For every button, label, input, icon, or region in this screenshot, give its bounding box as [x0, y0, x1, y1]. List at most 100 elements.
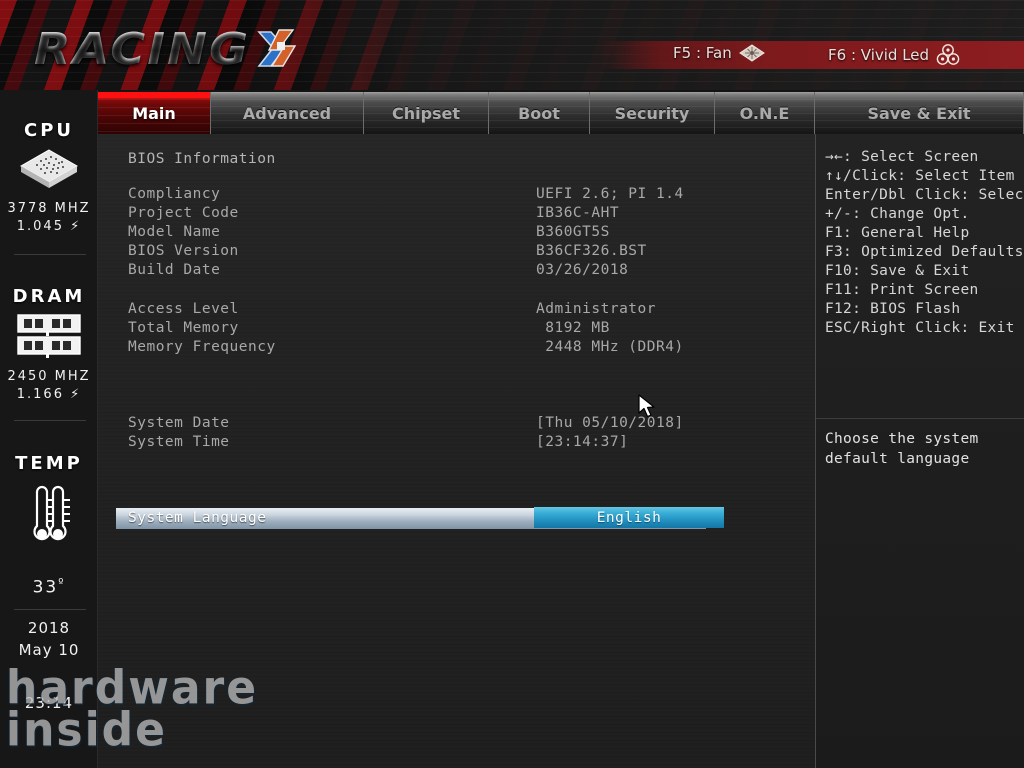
bios-info-label: Model Name [128, 224, 221, 240]
bios-info-label: BIOS Version [128, 243, 239, 259]
dram-module-icon [17, 314, 81, 358]
system-info-row[interactable]: Memory Frequency 2448 MHz (DDR4) [98, 339, 815, 356]
tab-label: O.N.E [739, 103, 790, 123]
vivid-led-hotkey-label: F6 : Vivid Led [828, 46, 930, 64]
sidebar-dram-title: DRAM [12, 286, 86, 307]
system-datetime-value: [23:14:37] [536, 434, 629, 450]
tab-advanced[interactable]: Advanced [211, 92, 364, 134]
system-info-value: Administrator [536, 301, 656, 317]
racing-x-emblem-icon [257, 29, 297, 67]
hotkey-legend-item: F3: Optimized Defaults [825, 244, 1024, 260]
sidebar-cpu-title: CPU [23, 120, 75, 141]
bios-info-row[interactable]: Model Name B360GT5S [98, 224, 815, 241]
tab-label: Save & Exit [867, 103, 971, 123]
hotkey-legend-item: F10: Save & Exit [825, 263, 970, 279]
system-language-label: System Language [128, 510, 267, 526]
bios-info-value: IB36C-AHT [536, 205, 620, 221]
clock-year: 2018 [27, 619, 71, 637]
hotkey-legend-item: ↑↓/Click: Select Item [825, 168, 1015, 184]
lightning-bolt-icon: ⚡ [63, 387, 82, 402]
cpu-chip-icon [19, 149, 79, 188]
tab-label: Chipset [391, 103, 461, 123]
tab-chipset[interactable]: Chipset [364, 92, 489, 134]
sidebar-temp-title: TEMP [15, 453, 83, 474]
dram-voltage: 1.166 ⚡ [16, 387, 82, 402]
hotkey-legend-item: F12: BIOS Flash [825, 301, 961, 317]
help-panel: →←: Select Screen ↑↓/Click: Select Item En… [815, 134, 1024, 768]
main-content-panel: BIOS Information Compliancy UEFI 2.6; PI … [98, 134, 815, 768]
sidebar-divider-1 [14, 254, 86, 255]
system-language-value-label: English [596, 509, 662, 526]
system-info-value: 8192 MB [536, 320, 610, 336]
system-datetime-value: [Thu 05/10/2018] [536, 415, 684, 431]
dram-frequency: 2450 MHZ [7, 369, 91, 384]
system-info-row[interactable]: Access Level Administrator [98, 301, 815, 318]
tab-label: Advanced [242, 103, 332, 123]
bios-info-row[interactable]: Compliancy UEFI 2.6; PI 1.4 [98, 186, 815, 203]
tab-label: Boot [518, 103, 560, 123]
tab-label: Security [614, 103, 690, 123]
system-info-row[interactable]: Total Memory 8192 MB [98, 320, 815, 337]
fan-hotkey-label: F5 : Fan [673, 44, 732, 62]
vivid-led-icon [936, 44, 960, 65]
sidebar-divider-2 [14, 420, 86, 421]
bios-info-row[interactable]: Build Date 03/26/2018 [98, 262, 815, 279]
item-description: Choose the system default language [825, 429, 1020, 469]
bios-info-row[interactable]: BIOS Version B36CF326.BST [98, 243, 815, 260]
hotkey-legend-item: Enter/Dbl Click: Select [825, 187, 1024, 203]
help-divider [816, 418, 1024, 419]
bios-information-heading: BIOS Information [128, 151, 276, 167]
main-tab-bar[interactable]: Main Advanced Chipset Boot Security O.N.E Save… [98, 92, 1024, 134]
item-description-line: default language [825, 451, 970, 467]
mouse-pointer-icon [638, 394, 655, 418]
system-info-label: Total Memory [128, 320, 239, 336]
sidebar-clock: 2018 May 10 23:14 [0, 617, 98, 712]
vivid-led-hotkey[interactable]: F6 : Vivid Led [828, 44, 960, 66]
header-banner: RACING F5 : Fan F6 : Vivid Led [0, 0, 1024, 90]
bios-info-label: Project Code [128, 205, 239, 221]
lightning-bolt-icon: ⚡ [63, 219, 82, 234]
bios-info-value: B360GT5S [536, 224, 610, 240]
bios-info-row[interactable]: Project Code IB36C-AHT [98, 205, 815, 222]
system-datetime-row[interactable]: System Date [Thu 05/10/2018] [98, 415, 815, 432]
clock-time: 23:14 [24, 694, 74, 712]
hotkey-legend-item: →←: Select Screen [825, 149, 979, 165]
bios-info-value: B36CF326.BST [536, 243, 647, 259]
clock-date: May 10 [18, 641, 80, 659]
hotkey-legend-item: +/-: Change Opt. [825, 206, 970, 222]
bios-info-value: UEFI 2.6; PI 1.4 [536, 186, 684, 202]
sidebar-divider-3 [14, 609, 86, 610]
system-info-label: Memory Frequency [128, 339, 276, 355]
cpu-frequency: 3778 MHZ [7, 201, 91, 216]
system-language-value[interactable]: English [534, 507, 724, 528]
item-description-line: Choose the system [825, 431, 979, 447]
fan-icon [738, 44, 765, 62]
system-datetime-label: System Date [128, 415, 230, 431]
bios-info-label: Build Date [128, 262, 221, 278]
bios-info-value: 03/26/2018 [536, 262, 629, 278]
hotkey-legend: →←: Select Screen ↑↓/Click: Select Item En… [825, 148, 1024, 338]
tab-main[interactable]: Main [98, 92, 211, 134]
fan-hotkey[interactable]: F5 : Fan [673, 44, 765, 62]
bios-screen: RACING F5 : Fan F6 : Vivid Led Main Adva… [0, 0, 1024, 768]
thermometer-icon [33, 485, 70, 541]
system-info-value: 2448 MHz (DDR4) [536, 339, 684, 355]
system-info-label: Access Level [128, 301, 239, 317]
sidebar-temp-readout: 33º [0, 574, 98, 597]
sidebar-cpu-readout: 3778 MHZ 1.045 ⚡ [0, 200, 98, 236]
tab-label: Main [132, 103, 176, 123]
header-red-band [600, 41, 1024, 69]
bios-info-label: Compliancy [128, 186, 221, 202]
tab-boot[interactable]: Boot [489, 92, 590, 134]
hardware-monitor-sidebar: CPU 3778 MHZ 1.045 ⚡ DRAM 2450 MHZ 1.166… [0, 90, 98, 768]
tab-save-exit[interactable]: Save & Exit [815, 92, 1024, 134]
tab-o-n-e[interactable]: O.N.E [715, 92, 815, 134]
hotkey-legend-item: F11: Print Screen [825, 282, 979, 298]
tab-security[interactable]: Security [590, 92, 715, 134]
cpu-voltage: 1.045 ⚡ [16, 219, 82, 234]
hotkey-legend-item: F1: General Help [825, 225, 970, 241]
system-datetime-row[interactable]: System Time [23:14:37] [98, 434, 815, 451]
sidebar-dram-readout: 2450 MHZ 1.166 ⚡ [0, 368, 98, 404]
system-datetime-label: System Time [128, 434, 230, 450]
racing-logo: RACING [34, 24, 251, 75]
